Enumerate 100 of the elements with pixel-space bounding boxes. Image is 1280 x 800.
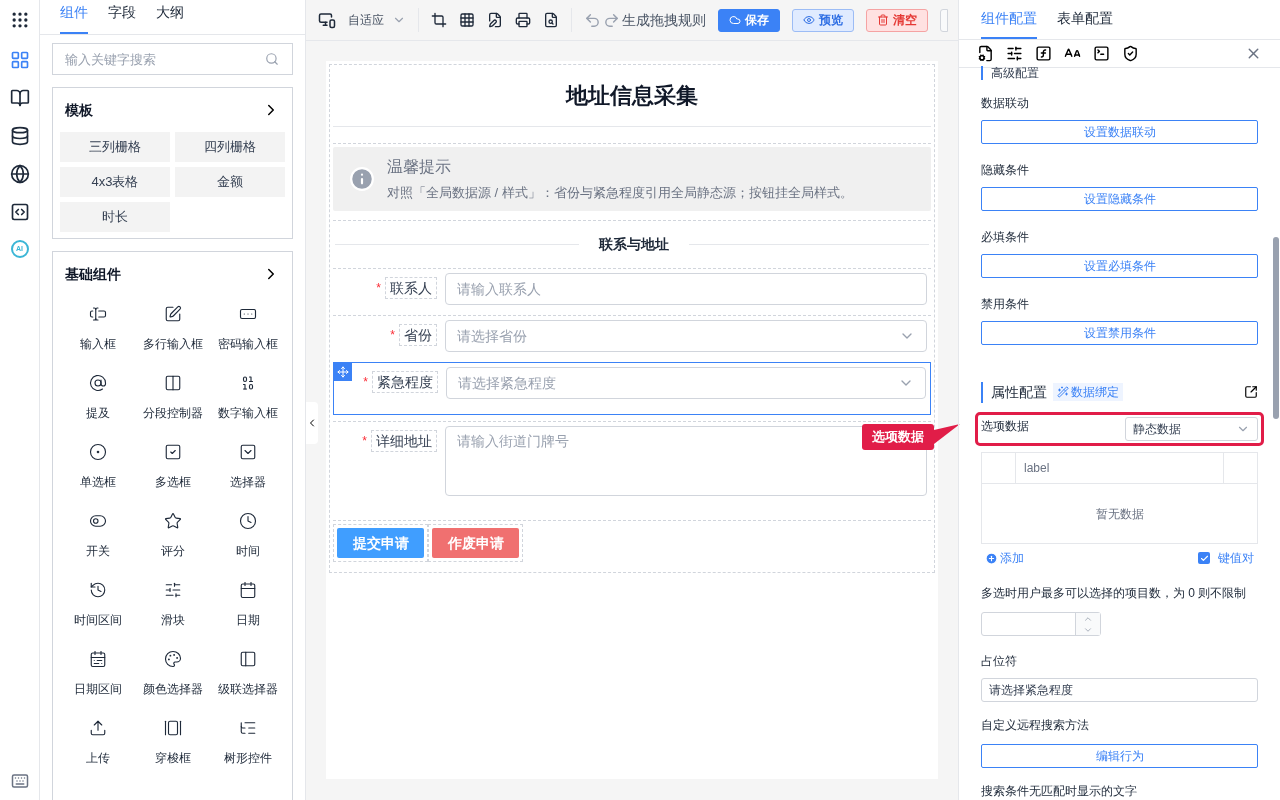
component-item[interactable]: 上传 [60,716,135,785]
component-item[interactable]: 数字输入框 [210,371,285,440]
required-mark: * [376,280,381,297]
trash-icon [877,14,889,26]
template-item[interactable]: 四列栅格 [175,132,285,162]
options-select[interactable]: 静态数据 [1125,417,1258,441]
preview-button[interactable]: 预览 [792,8,854,32]
date-icon [238,581,257,599]
panel-tab[interactable]: 组件 [60,0,88,34]
add-link[interactable]: 添加 [985,549,1024,567]
daterange-icon [88,650,107,668]
component-item[interactable]: 单选框 [60,440,135,509]
timerange-icon [88,581,107,599]
setting-button[interactable]: 设置必填条件 [981,254,1258,278]
radio-icon [88,443,107,461]
notice-text: 对照「全局数据源 / 样式」：省份与紧急程度引用全局静态源；按钮挂全局样式。 [387,184,853,203]
panel-tab[interactable]: 大纲 [156,0,184,34]
field-label: 详细地址 [371,430,437,452]
redo-icon [603,11,620,29]
panel-tab[interactable]: 字段 [108,0,136,34]
function-icon[interactable] [1035,44,1052,62]
textarea-icon [163,305,182,323]
setting-label: 隐藏条件 [981,162,1030,179]
section-title: 属性配置 [981,381,1047,403]
edit-behavior-button[interactable]: 编辑行为 [981,744,1258,768]
book-icon[interactable] [9,88,30,108]
color-icon [163,650,182,668]
component-item[interactable]: 分段控制器 [135,371,210,440]
field-label: 联系人 [385,277,437,299]
component-item[interactable]: 日期 [210,578,285,647]
device-icon[interactable] [318,11,336,29]
search-field[interactable]: 输入关键字搜索 [52,43,293,75]
template-item[interactable]: 三列栅格 [60,132,170,162]
component-item[interactable]: 级联选择器 [210,647,285,716]
globe-icon[interactable] [9,164,30,184]
form-item[interactable]: * 省份 请选择省份 [333,315,931,356]
component-item[interactable]: 多选框 [135,440,210,509]
form-title: 地址信息采集 [333,65,931,127]
crop-icon[interactable] [431,12,447,28]
component-item[interactable]: 日期区间 [60,647,135,716]
component-item[interactable]: 密码输入框 [210,302,285,371]
edit-icon[interactable] [487,12,503,28]
move-handle[interactable] [334,363,352,381]
save-button[interactable]: 保存 [718,8,780,32]
shield-icon[interactable] [1122,44,1139,62]
move-icon [337,366,349,378]
select-icon [238,443,257,461]
check-icon [1199,553,1209,563]
setting-label: 自定义远程搜索方法 [981,717,1090,734]
component-item[interactable]: 多行输入框 [135,302,210,371]
selected-form-item[interactable]: * 紧急程度 请选择紧急程度 [333,362,931,415]
info-icon [349,166,375,192]
edit-icon[interactable] [1244,385,1258,399]
mention-icon [88,374,107,392]
component-item[interactable]: 提及 [60,371,135,440]
file-icon[interactable] [543,12,559,28]
component-item[interactable]: 滑块 [135,578,210,647]
component-item[interactable]: 开关 [60,509,135,578]
placeholder-field[interactable]: 请选择紧急程度 [981,678,1258,702]
collapse-left-button[interactable] [306,402,318,444]
component-item[interactable]: 穿梭框 [135,716,210,785]
setting-label: 选项数据 [981,418,1029,435]
component-item[interactable]: 选择器 [210,440,285,509]
template-item[interactable]: 4x3表格 [60,167,170,197]
component-item[interactable]: 树形控件 [210,716,285,785]
config-tab[interactable]: 组件配置 [981,7,1037,39]
column-header: label [1023,460,1051,477]
setting-button[interactable]: 设置禁用条件 [981,321,1258,345]
scrollbar[interactable] [1273,237,1279,419]
keyvalue-checkbox[interactable]: 键值对 [1198,549,1254,567]
notice-title: 温馨提示 [387,157,452,178]
config-tab[interactable]: 表单配置 [1057,7,1113,39]
component-item[interactable]: 输入框 [60,302,135,371]
generate-rule-button[interactable]: 生成拖拽规则 [603,9,706,31]
component-item[interactable]: 评分 [135,509,210,578]
field-label: 紧急程度 [372,371,438,393]
component-item[interactable]: 时间 [210,509,285,578]
empty-text: 暂无数据 [1094,505,1145,523]
terminal-icon[interactable] [1093,44,1110,62]
grid-icon[interactable] [459,12,475,28]
setting-label: 多选时用户最多可以选择的项目数，为 0 则不限制 [981,585,1248,602]
template-item[interactable]: 时长 [60,202,170,232]
device-select[interactable]: 自适应 [348,11,406,29]
component-item[interactable]: 颜色选择器 [135,647,210,716]
keyboard-icon[interactable] [10,772,29,790]
template-item[interactable]: 金额 [175,167,285,197]
database-icon[interactable] [9,126,30,146]
data-binding-tag[interactable]: 数据绑定 [1053,383,1123,401]
code-icon[interactable] [9,202,30,222]
sliders-icon[interactable] [1006,44,1023,62]
checkbox-icon [163,443,182,461]
form-settings-icon[interactable] [977,44,994,62]
required-mark: * [363,374,368,391]
search-icon [265,52,279,66]
form-item[interactable]: * 联系人 请输入联系人 [333,268,931,309]
cloud-icon [729,14,741,26]
printer-icon[interactable] [515,12,531,28]
setting-button[interactable]: 设置隐藏条件 [981,187,1258,211]
component-item[interactable]: 时间区间 [60,578,135,647]
setting-button[interactable]: 设置数据联动 [981,120,1258,144]
